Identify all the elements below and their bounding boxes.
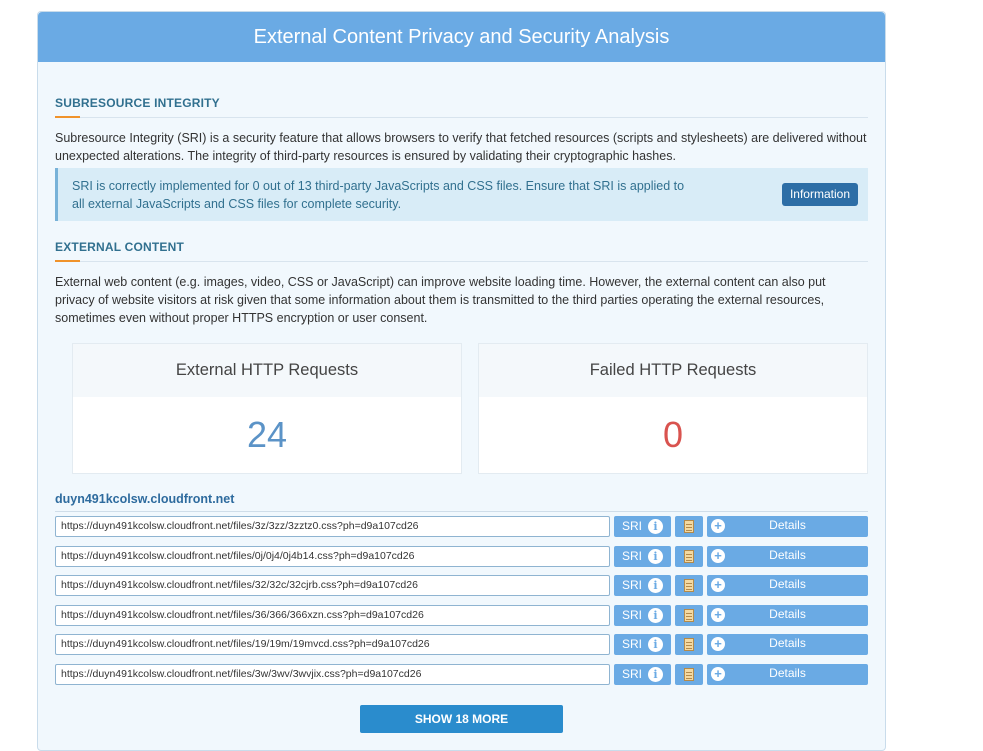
plus-icon: + bbox=[711, 578, 725, 592]
host-name: duyn491kcolsw.cloudfront.net bbox=[55, 492, 868, 512]
details-label: Details bbox=[769, 607, 806, 621]
details-button[interactable]: + Details bbox=[707, 664, 868, 685]
sri-label: SRI bbox=[622, 608, 643, 622]
details-label: Details bbox=[769, 548, 806, 562]
details-button[interactable]: + Details bbox=[707, 546, 868, 567]
sri-label: SRI bbox=[622, 519, 643, 533]
external-requests-value: 24 bbox=[246, 414, 288, 455]
sri-button[interactable]: SRI i bbox=[614, 516, 671, 537]
sri-description: Subresource Integrity (SRI) is a securit… bbox=[55, 131, 867, 163]
sri-info-message: SRI is correctly implemented for 0 out o… bbox=[72, 179, 685, 211]
table-row: https://duyn491kcolsw.cloudfront.net/fil… bbox=[55, 575, 868, 596]
sri-label: SRI bbox=[622, 637, 643, 651]
table-row: https://duyn491kcolsw.cloudfront.net/fil… bbox=[55, 634, 868, 655]
info-icon: i bbox=[648, 667, 663, 682]
sri-button[interactable]: SRI i bbox=[614, 634, 671, 655]
document-icon bbox=[684, 579, 694, 592]
table-row: https://duyn491kcolsw.cloudfront.net/fil… bbox=[55, 516, 868, 537]
external-description: External web content (e.g. images, video… bbox=[55, 275, 826, 325]
details-button[interactable]: + Details bbox=[707, 516, 868, 537]
panel-title: External Content Privacy and Security An… bbox=[38, 12, 885, 62]
info-icon: i bbox=[648, 637, 663, 652]
plus-icon: + bbox=[711, 519, 725, 533]
document-icon bbox=[684, 638, 694, 651]
details-label: Details bbox=[769, 666, 806, 680]
sri-info-box: SRI is correctly implemented for 0 out o… bbox=[55, 168, 868, 221]
sri-label: SRI bbox=[622, 549, 643, 563]
resource-url-field[interactable]: https://duyn491kcolsw.cloudfront.net/fil… bbox=[55, 634, 610, 655]
sri-button[interactable]: SRI i bbox=[614, 546, 671, 567]
resource-url-field[interactable]: https://duyn491kcolsw.cloudfront.net/fil… bbox=[55, 664, 610, 685]
external-section: EXTERNAL CONTENT bbox=[55, 240, 868, 262]
info-icon: i bbox=[648, 549, 663, 564]
info-icon: i bbox=[648, 519, 663, 534]
view-source-button[interactable] bbox=[675, 605, 703, 626]
sri-section-title: SUBRESOURCE INTEGRITY bbox=[55, 96, 868, 118]
resource-url-field[interactable]: https://duyn491kcolsw.cloudfront.net/fil… bbox=[55, 575, 610, 596]
sri-section: SUBRESOURCE INTEGRITY bbox=[55, 96, 868, 118]
plus-icon: + bbox=[711, 667, 725, 681]
sri-button[interactable]: SRI i bbox=[614, 605, 671, 626]
details-button[interactable]: + Details bbox=[707, 634, 868, 655]
resource-url-field[interactable]: https://duyn491kcolsw.cloudfront.net/fil… bbox=[55, 546, 610, 567]
view-source-button[interactable] bbox=[675, 634, 703, 655]
details-label: Details bbox=[769, 636, 806, 650]
plus-icon: + bbox=[711, 549, 725, 563]
plus-icon: + bbox=[711, 637, 725, 651]
sri-button[interactable]: SRI i bbox=[614, 664, 671, 685]
information-button[interactable]: Information bbox=[781, 183, 858, 206]
view-source-button[interactable] bbox=[675, 516, 703, 537]
external-requests-label: External HTTP Requests bbox=[73, 344, 461, 397]
table-row: https://duyn491kcolsw.cloudfront.net/fil… bbox=[55, 546, 868, 567]
analysis-panel: External Content Privacy and Security An… bbox=[37, 11, 886, 751]
details-label: Details bbox=[769, 518, 806, 532]
view-source-button[interactable] bbox=[675, 546, 703, 567]
failed-requests-value: 0 bbox=[662, 414, 684, 455]
view-source-button[interactable] bbox=[675, 664, 703, 685]
view-source-button[interactable] bbox=[675, 575, 703, 596]
plus-icon: + bbox=[711, 608, 725, 622]
resource-url-field[interactable]: https://duyn491kcolsw.cloudfront.net/fil… bbox=[55, 605, 610, 626]
failed-requests-label: Failed HTTP Requests bbox=[479, 344, 867, 397]
table-row: https://duyn491kcolsw.cloudfront.net/fil… bbox=[55, 605, 868, 626]
sri-label: SRI bbox=[622, 578, 643, 592]
failed-requests-card: Failed HTTP Requests 0 bbox=[478, 343, 868, 474]
table-row: https://duyn491kcolsw.cloudfront.net/fil… bbox=[55, 664, 868, 685]
document-icon bbox=[684, 668, 694, 681]
info-icon: i bbox=[648, 608, 663, 623]
external-section-title: EXTERNAL CONTENT bbox=[55, 240, 868, 262]
show-more-button[interactable]: SHOW 18 MORE bbox=[360, 705, 563, 733]
info-icon: i bbox=[648, 578, 663, 593]
sri-button[interactable]: SRI i bbox=[614, 575, 671, 596]
document-icon bbox=[684, 609, 694, 622]
details-button[interactable]: + Details bbox=[707, 575, 868, 596]
document-icon bbox=[684, 550, 694, 563]
details-label: Details bbox=[769, 577, 806, 591]
details-button[interactable]: + Details bbox=[707, 605, 868, 626]
sri-label: SRI bbox=[622, 667, 643, 681]
resource-url-field[interactable]: https://duyn491kcolsw.cloudfront.net/fil… bbox=[55, 516, 610, 537]
external-requests-card: External HTTP Requests 24 bbox=[72, 343, 462, 474]
document-icon bbox=[684, 520, 694, 533]
